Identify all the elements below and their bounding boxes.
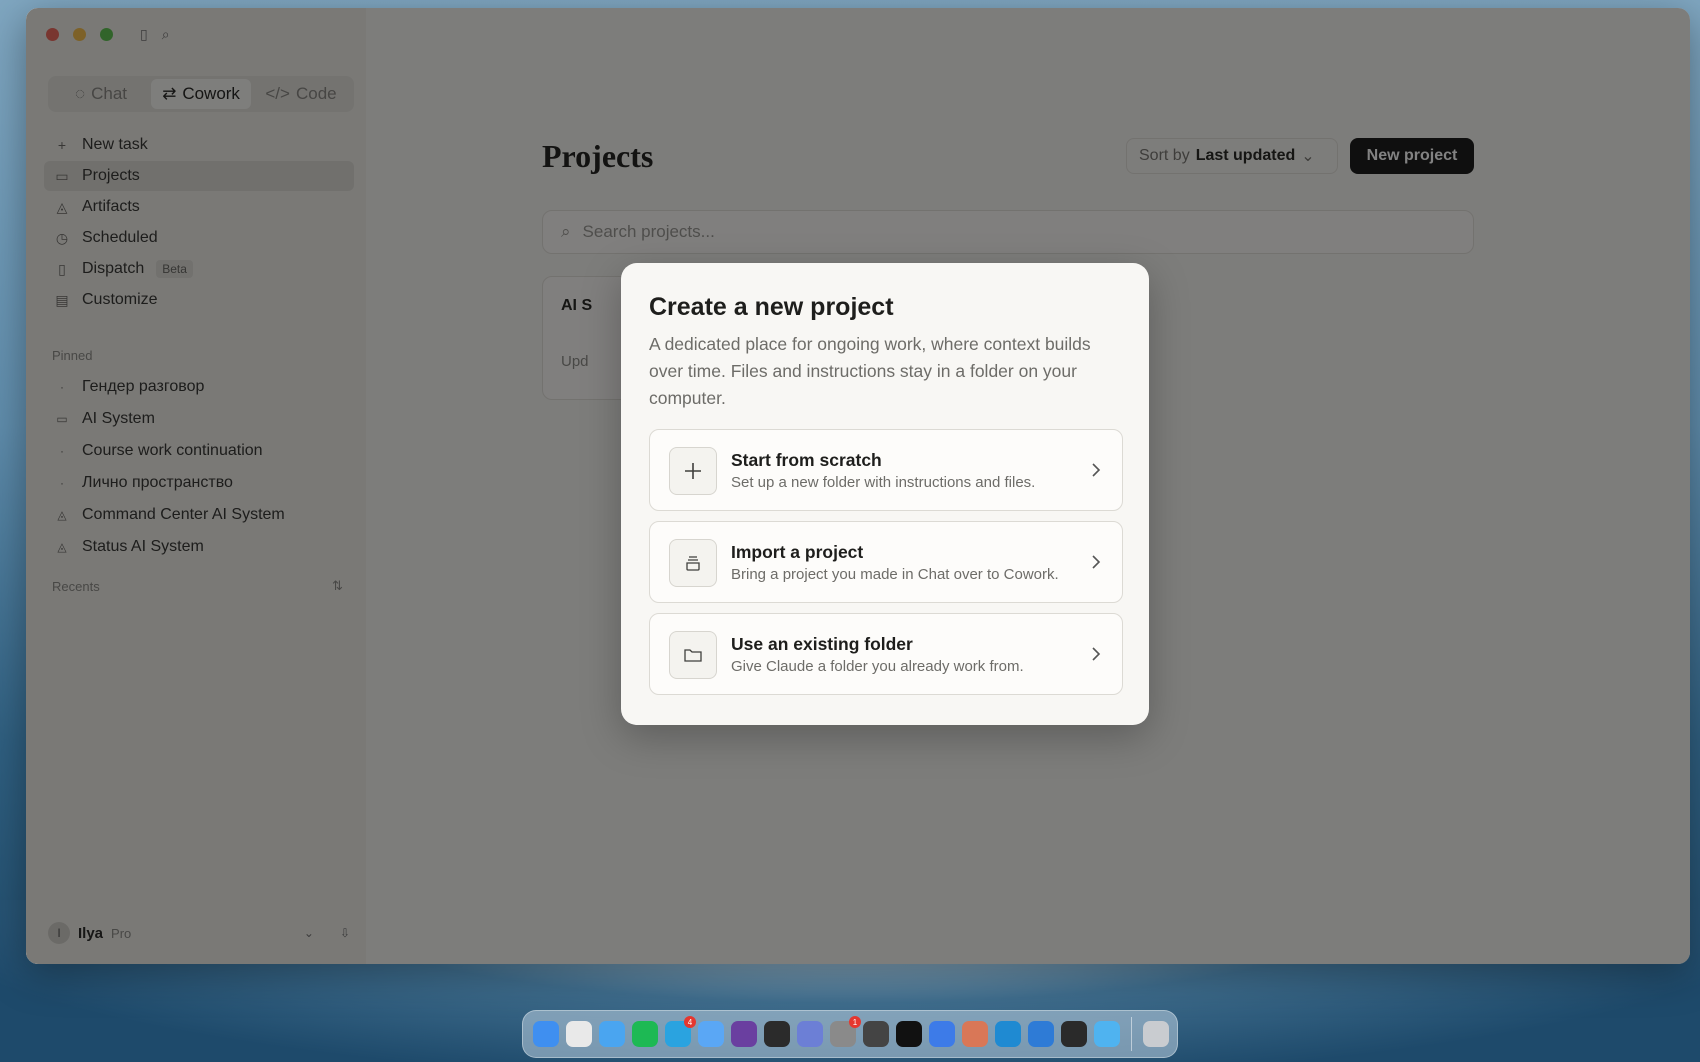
app-window: ▯ ⌕ ◌ Chat ⇄ Cowork </> Code + New task <box>26 8 1690 964</box>
microphone-icon[interactable] <box>1028 1021 1054 1047</box>
dock: 41 <box>522 1010 1178 1058</box>
dialog-title: Create a new project <box>649 293 894 321</box>
v2-icon[interactable] <box>896 1021 922 1047</box>
messages-icon[interactable] <box>1094 1021 1120 1047</box>
chatgpt-icon[interactable] <box>1061 1021 1087 1047</box>
option-title: Start from scratch <box>731 450 882 470</box>
telegram-icon[interactable]: 4 <box>665 1016 696 1047</box>
spotify-icon[interactable] <box>632 1021 658 1047</box>
notification-badge: 1 <box>849 1016 861 1028</box>
alfred-icon[interactable] <box>731 1021 757 1047</box>
option-title: Import a project <box>731 542 864 562</box>
option-subtitle: Set up a new folder with instructions an… <box>731 474 1036 491</box>
start-from-scratch-option[interactable]: Start from scratch Set up a new folder w… <box>649 429 1123 511</box>
claude-icon[interactable] <box>962 1021 988 1047</box>
option-title: Use an existing folder <box>731 634 913 654</box>
plus-icon <box>669 447 717 495</box>
option-subtitle: Give Claude a folder you already work fr… <box>731 658 1024 675</box>
notification-badge: 4 <box>684 1016 696 1028</box>
calculator-icon[interactable] <box>863 1021 889 1047</box>
box-icon <box>669 539 717 587</box>
testflight-icon[interactable] <box>698 1021 724 1047</box>
existing-folder-option[interactable]: Use an existing folder Give Claude a fol… <box>649 613 1123 695</box>
create-project-dialog: Create a new project A dedicated place f… <box>621 263 1149 725</box>
simulator-icon[interactable] <box>797 1021 823 1047</box>
chrome-icon[interactable] <box>566 1021 592 1047</box>
chevron-right-icon <box>1090 644 1102 669</box>
dialog-description: A dedicated place for ongoing work, wher… <box>649 334 1091 408</box>
trash-icon[interactable] <box>1143 1021 1169 1047</box>
phone-icon[interactable] <box>929 1021 955 1047</box>
safari-icon[interactable] <box>599 1021 625 1047</box>
finder-icon[interactable] <box>533 1021 559 1047</box>
dock-separator <box>1131 1017 1132 1051</box>
chevron-right-icon <box>1090 552 1102 577</box>
folder-icon <box>669 631 717 679</box>
vscode-icon[interactable] <box>995 1021 1021 1047</box>
system-settings-icon[interactable]: 1 <box>830 1016 861 1047</box>
chevron-right-icon <box>1090 460 1102 485</box>
option-subtitle: Bring a project you made in Chat over to… <box>731 566 1059 583</box>
calculator-grid-icon[interactable] <box>764 1021 790 1047</box>
import-project-option[interactable]: Import a project Bring a project you mad… <box>649 521 1123 603</box>
